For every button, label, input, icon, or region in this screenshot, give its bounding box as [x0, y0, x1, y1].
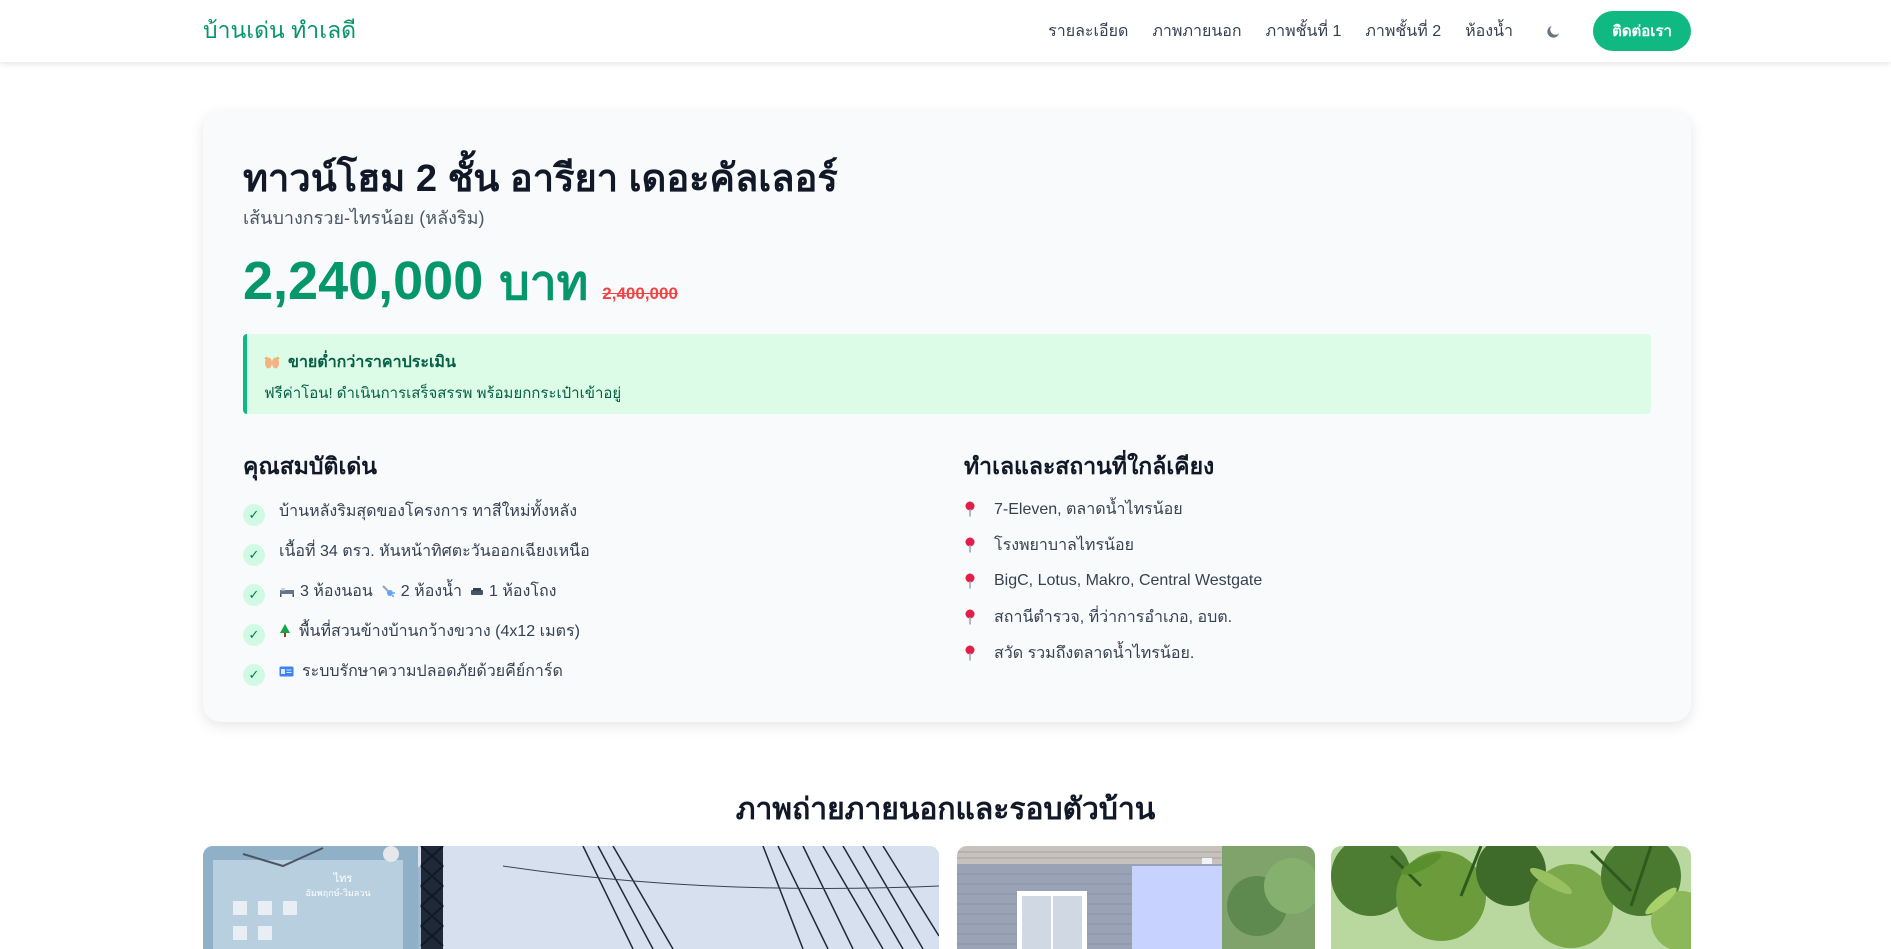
top-navbar: บ้านเด่น ทำเลดี รายละเอียด ภาพภายนอก ภาพ… — [0, 0, 1891, 62]
exterior-photo-garden[interactable] — [1331, 846, 1691, 949]
place-text: 7-Eleven, ตลาดน้ำไทรน้อย — [994, 500, 1183, 518]
price-row: 2,240,000 บาท 2,400,000 — [243, 245, 678, 321]
bed-icon — [279, 585, 295, 597]
place-text: สวัด รวมถึงตลาดน้ำไทรน้อย. — [994, 644, 1195, 662]
pin-icon — [964, 537, 978, 553]
check-icon: ✓ — [243, 664, 265, 686]
id-card-icon — [279, 666, 294, 677]
place-text: สถานีตำรวจ, ที่ว่าการอำเภอ, อบต. — [994, 608, 1233, 626]
shower-icon — [381, 584, 396, 598]
promo-banner: ขายต่ำกว่าราคาประเมิน ฟรีค่าโอน! ดำเนินก… — [243, 334, 1651, 414]
place-item: สถานีตำรวจ, ที่ว่าการอำเภอ, อบต. — [964, 599, 1262, 635]
feature-text: เนื้อที่ 34 ตรว. หันหน้าทิศตะวันออกเฉียง… — [279, 542, 590, 560]
contact-button[interactable]: ติดต่อเรา — [1593, 11, 1691, 51]
feature-item: ✓ บ้านหลังริมสุดของโครงการ ทาสีใหม่ทั้งห… — [243, 491, 590, 531]
gallery-heading: ภาพถ่ายภายนอกและรอบตัวบ้าน — [735, 793, 1156, 826]
nav-link-exterior[interactable]: ภาพภายนอก — [1152, 19, 1241, 44]
feature-item: ✓ พื้นที่สวนข้างบ้านกว้างขวาง (4x12 เมตร… — [243, 611, 590, 651]
check-icon: ✓ — [243, 504, 265, 526]
place-item: 7-Eleven, ตลาดน้ำไทรน้อย — [964, 491, 1262, 527]
brand-logo[interactable]: บ้านเด่น ทำเลดี — [203, 13, 356, 49]
old-price: 2,400,000 — [602, 284, 678, 303]
place-text: โรงพยาบาลไทรน้อย — [994, 536, 1134, 554]
check-icon: ✓ — [243, 624, 265, 646]
feature-item: ✓ เนื้อที่ 34 ตรว. หันหน้าทิศตะวันออกเฉี… — [243, 531, 590, 571]
promo-title-text: ขายต่ำกว่าราคาประเมิน — [288, 354, 456, 371]
moon-icon[interactable] — [1543, 21, 1563, 41]
check-icon: ✓ — [243, 544, 265, 566]
exterior-photo-house[interactable] — [957, 846, 1315, 949]
bathroom-count: 2 ห้องน้ำ — [400, 582, 463, 600]
check-icon: ✓ — [243, 584, 265, 606]
location-heading: ทำเลและสถานที่ใกล้เคียง — [964, 453, 1215, 479]
nav-link-floor-2[interactable]: ภาพชั้นที่ 2 — [1365, 19, 1441, 44]
nav-link-details[interactable]: รายละเอียด — [1048, 19, 1128, 44]
price-value: 2,240,000 — [243, 251, 484, 311]
feature-text: บ้านหลังริมสุดของโครงการ ทาสีใหม่ทั้งหลั… — [279, 502, 578, 520]
feature-item: ✓ ระบบรักษาความปลอดภัยด้วยคีย์การ์ด — [243, 651, 590, 691]
sofa-icon — [470, 586, 484, 597]
place-item: โรงพยาบาลไทรน้อย — [964, 527, 1262, 563]
listing-subtitle: เส้นบางกรวย-ไทรน้อย (หลังริม) — [243, 208, 485, 228]
features-list: ✓ บ้านหลังริมสุดของโครงการ ทาสีใหม่ทั้งห… — [243, 491, 590, 691]
pin-icon — [964, 573, 978, 589]
bedroom-count: 3 ห้องนอน — [300, 582, 373, 600]
nav-link-bathroom[interactable]: ห้องน้ำ — [1465, 19, 1513, 44]
nav-menu: รายละเอียด ภาพภายนอก ภาพชั้นที่ 1 ภาพชั้… — [1048, 11, 1691, 51]
listing-card: ทาวน์โฮม 2 ชั้น อารียา เดอะคัลเลอร์ เส้น… — [203, 111, 1691, 722]
tree-icon — [279, 624, 291, 638]
features-heading: คุณสมบัติเด่น — [243, 453, 377, 479]
place-text: BigC, Lotus, Makro, Central Westgate — [994, 572, 1263, 589]
svg-text:อัมพฤกษ์-วิมลวน: อัมพฤกษ์-วิมลวน — [305, 887, 370, 899]
pin-icon — [964, 501, 978, 517]
feature-item: ✓ 3 ห้องนอน 2 ห้องน้ำ 1 ห้องโถง — [243, 571, 590, 611]
promo-title: ขายต่ำกว่าราคาประเมิน — [264, 350, 1651, 375]
nav-link-floor-1[interactable]: ภาพชั้นที่ 1 — [1266, 19, 1342, 44]
hall-count: 1 ห้องโถง — [489, 582, 557, 600]
price-currency: บาท — [499, 257, 589, 310]
feature-text: พื้นที่สวนข้างบ้านกว้างขวาง (4x12 เมตร) — [299, 622, 580, 640]
nearby-places-list: 7-Eleven, ตลาดน้ำไทรน้อย โรงพยาบาลไทรน้อ… — [964, 491, 1262, 671]
feature-text: ระบบรักษาความปลอดภัยด้วยคีย์การ์ด — [302, 662, 563, 680]
svg-text:ไทร: ไทร — [333, 872, 353, 885]
raised-hands-icon — [264, 356, 280, 370]
listing-title: ทาวน์โฮม 2 ชั้น อารียา เดอะคัลเลอร์ — [243, 158, 838, 200]
exterior-photo-street[interactable]: ไทร อัมพฤกษ์-วิมลวน — [203, 846, 939, 949]
place-item: BigC, Lotus, Makro, Central Westgate — [964, 563, 1262, 599]
promo-text: ฟรีค่าโอน! ดำเนินการเสร็จสรรพ พร้อมยกกระ… — [264, 385, 622, 402]
navbar-inner: บ้านเด่น ทำเลดี รายละเอียด ภาพภายนอก ภาพ… — [203, 0, 1691, 62]
place-item: สวัด รวมถึงตลาดน้ำไทรน้อย. — [964, 635, 1262, 671]
pin-icon — [964, 645, 978, 661]
pin-icon — [964, 609, 978, 625]
